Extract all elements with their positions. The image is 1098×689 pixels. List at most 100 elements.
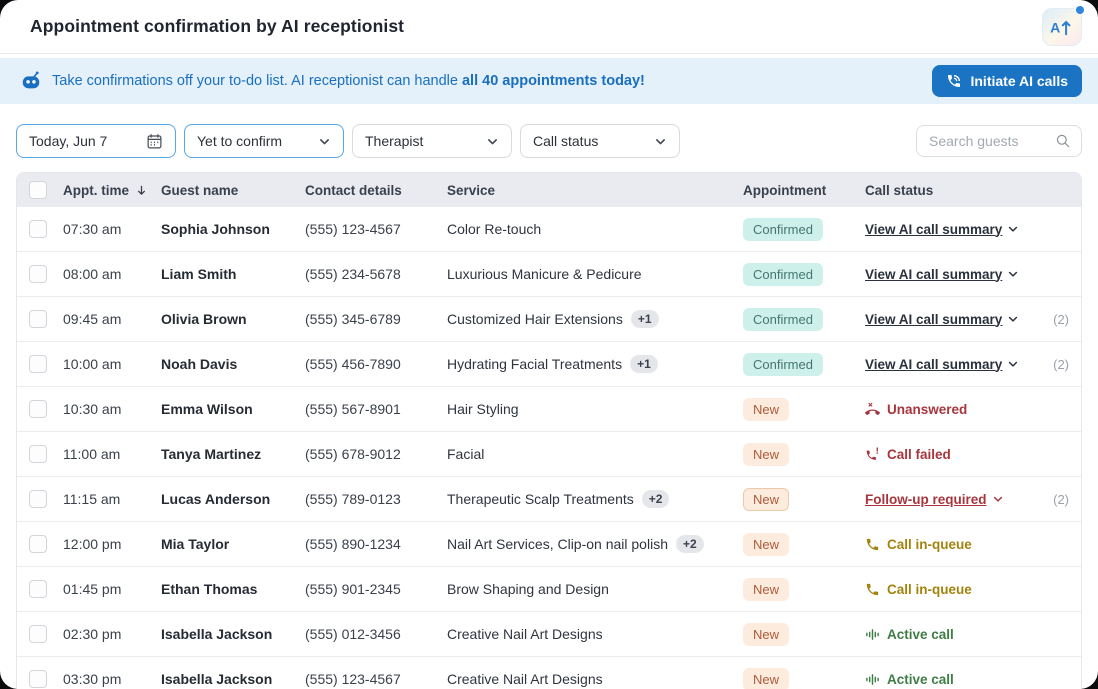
service-name: Facial <box>447 446 743 462</box>
active-call-waveform-icon <box>865 627 880 642</box>
active-call-waveform-icon <box>865 672 880 687</box>
view-ai-call-summary-link[interactable]: View AI call summary <box>865 312 1019 327</box>
appointment-status-badge: New <box>743 668 789 689</box>
guest-name: Sophia Johnson <box>161 221 305 237</box>
banner-message-highlight: all 40 appointments today! <box>462 73 645 89</box>
view-ai-call-summary-link[interactable]: View AI call summary <box>865 267 1019 282</box>
call-status-active: Active call <box>865 627 954 642</box>
app-window: Appointment confirmation by AI reception… <box>0 0 1098 689</box>
table-row: 11:00 amTanya Martinez(555) 678-9012Faci… <box>17 432 1081 477</box>
confirm-status-filter[interactable]: Yet to confirm <box>184 124 344 158</box>
service-name: Customized Hair Extensions+1 <box>447 310 743 328</box>
table-row: 02:30 pmIsabella Jackson(555) 012-3456Cr… <box>17 612 1081 657</box>
guest-name: Lucas Anderson <box>161 491 305 507</box>
call-count: (2) <box>1041 357 1081 372</box>
follow-up-required-link[interactable]: Follow-up required <box>865 492 1004 507</box>
contact-phone: (555) 789-0123 <box>305 491 447 507</box>
row-checkbox[interactable] <box>29 310 47 328</box>
ai-assistant-badge[interactable]: A <box>1042 8 1082 46</box>
row-checkbox[interactable] <box>29 220 47 238</box>
chevron-down-icon <box>1007 358 1019 370</box>
contact-phone: (555) 012-3456 <box>305 626 447 642</box>
guest-name: Tanya Martinez <box>161 446 305 462</box>
row-checkbox[interactable] <box>29 265 47 283</box>
additional-services-pill[interactable]: +2 <box>676 535 704 553</box>
guest-name: Noah Davis <box>161 356 305 372</box>
ai-banner: Take confirmations off your to-do list. … <box>0 58 1098 104</box>
missed-call-icon <box>865 402 880 417</box>
view-ai-call-summary-link[interactable]: View AI call summary <box>865 222 1019 237</box>
guest-search <box>916 125 1082 157</box>
banner-message: Take confirmations off your to-do list. … <box>52 73 645 89</box>
appointments-table: Appt. time Guest name Contact details Se… <box>16 172 1082 689</box>
row-checkbox[interactable] <box>29 670 47 688</box>
table-row: 09:45 amOlivia Brown(555) 345-6789Custom… <box>17 297 1081 342</box>
appointment-status-badge: New <box>743 623 789 646</box>
row-checkbox[interactable] <box>29 355 47 373</box>
row-checkbox[interactable] <box>29 445 47 463</box>
initiate-ai-calls-button[interactable]: Initiate AI calls <box>932 65 1082 97</box>
page-title: Appointment confirmation by AI reception… <box>30 16 404 37</box>
therapist-filter[interactable]: Therapist <box>352 124 512 158</box>
call-status-active: Active call <box>865 672 954 687</box>
call-status-failed: Call failed <box>865 447 951 462</box>
column-appt-time[interactable]: Appt. time <box>63 183 161 198</box>
contact-phone: (555) 567-8901 <box>305 401 447 417</box>
row-checkbox[interactable] <box>29 535 47 553</box>
column-service: Service <box>447 183 743 198</box>
appointment-status-badge: Confirmed <box>743 263 823 286</box>
row-checkbox[interactable] <box>29 625 47 643</box>
contact-phone: (555) 456-7890 <box>305 356 447 372</box>
date-filter[interactable]: Today, Jun 7 <box>16 124 176 158</box>
chevron-down-icon <box>486 135 499 148</box>
service-name: Creative Nail Art Designs <box>447 671 743 687</box>
appointment-status-badge: New <box>743 578 789 601</box>
column-appointment: Appointment <box>743 183 865 198</box>
row-checkbox[interactable] <box>29 490 47 508</box>
additional-services-pill[interactable]: +1 <box>631 310 659 328</box>
appt-time: 12:00 pm <box>63 536 161 552</box>
appt-time: 10:30 am <box>63 401 161 417</box>
guest-name: Isabella Jackson <box>161 626 305 642</box>
service-name: Luxurious Manicure & Pedicure <box>447 266 743 282</box>
table-row: 07:30 amSophia Johnson(555) 123-4567Colo… <box>17 207 1081 252</box>
call-status-filter[interactable]: Call status <box>520 124 680 158</box>
appointment-status-badge: New <box>743 488 789 511</box>
phone-call-icon <box>946 73 962 89</box>
additional-services-pill[interactable]: +1 <box>630 355 658 373</box>
appointment-status-badge: New <box>743 443 789 466</box>
select-all-checkbox[interactable] <box>29 181 47 199</box>
search-icon[interactable] <box>1055 133 1071 149</box>
appt-time: 02:30 pm <box>63 626 161 642</box>
chevron-down-icon <box>1007 223 1019 235</box>
guest-name: Olivia Brown <box>161 311 305 327</box>
service-name: Brow Shaping and Design <box>447 581 743 597</box>
row-checkbox[interactable] <box>29 580 47 598</box>
appt-time: 03:30 pm <box>63 671 161 687</box>
view-ai-call-summary-link[interactable]: View AI call summary <box>865 357 1019 372</box>
appointment-status-badge: New <box>743 398 789 421</box>
contact-phone: (555) 345-6789 <box>305 311 447 327</box>
appt-time: 10:00 am <box>63 356 161 372</box>
table-row: 11:15 amLucas Anderson(555) 789-0123Ther… <box>17 477 1081 522</box>
svg-text:A: A <box>1050 19 1060 35</box>
contact-phone: (555) 678-9012 <box>305 446 447 462</box>
sort-descending-icon <box>135 184 148 197</box>
chevron-down-icon <box>1007 313 1019 325</box>
guest-name: Emma Wilson <box>161 401 305 417</box>
guest-name: Liam Smith <box>161 266 305 282</box>
appointment-status-badge: Confirmed <box>743 218 823 241</box>
contact-phone: (555) 123-4567 <box>305 221 447 237</box>
table-row: 10:30 amEmma Wilson(555) 567-8901Hair St… <box>17 387 1081 432</box>
row-checkbox[interactable] <box>29 400 47 418</box>
additional-services-pill[interactable]: +2 <box>642 490 670 508</box>
appt-time: 09:45 am <box>63 311 161 327</box>
table-row: 10:00 amNoah Davis(555) 456-7890Hydratin… <box>17 342 1081 387</box>
service-name: Color Re-touch <box>447 221 743 237</box>
appointment-status-badge: Confirmed <box>743 353 823 376</box>
search-input[interactable] <box>927 132 1049 150</box>
table-row: 12:00 pmMia Taylor(555) 890-1234Nail Art… <box>17 522 1081 567</box>
column-contact-details: Contact details <box>305 183 447 198</box>
table-body: 07:30 amSophia Johnson(555) 123-4567Colo… <box>17 207 1081 689</box>
call-status-unanswered: Unanswered <box>865 402 967 417</box>
